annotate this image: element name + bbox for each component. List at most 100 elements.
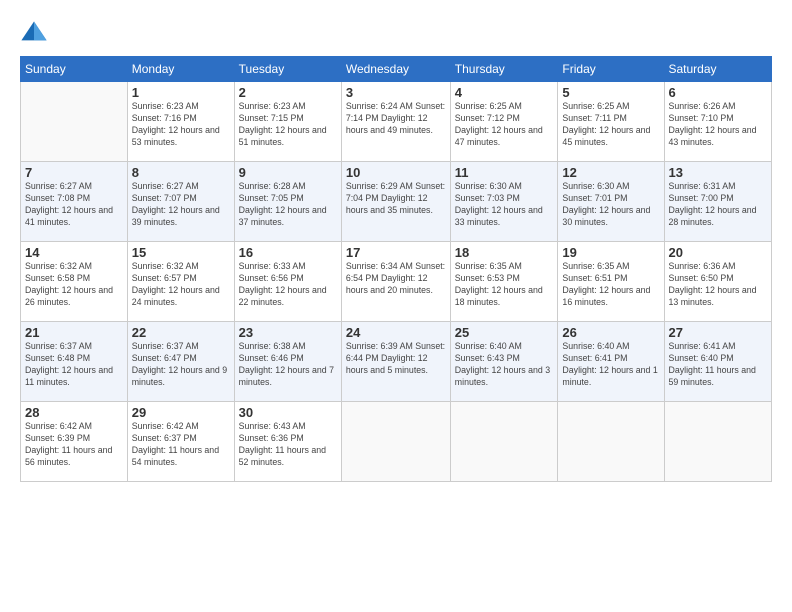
table-row [21,82,128,162]
table-row: 18Sunrise: 6:35 AM Sunset: 6:53 PM Dayli… [450,242,558,322]
day-info: Sunrise: 6:34 AM Sunset: 6:54 PM Dayligh… [346,261,446,297]
day-info: Sunrise: 6:39 AM Sunset: 6:44 PM Dayligh… [346,341,446,377]
table-row: 16Sunrise: 6:33 AM Sunset: 6:56 PM Dayli… [234,242,341,322]
table-row: 8Sunrise: 6:27 AM Sunset: 7:07 PM Daylig… [127,162,234,242]
header-thursday: Thursday [450,57,558,82]
day-info: Sunrise: 6:43 AM Sunset: 6:36 PM Dayligh… [239,421,337,469]
table-row: 15Sunrise: 6:32 AM Sunset: 6:57 PM Dayli… [127,242,234,322]
table-row: 19Sunrise: 6:35 AM Sunset: 6:51 PM Dayli… [558,242,664,322]
header-wednesday: Wednesday [341,57,450,82]
day-info: Sunrise: 6:27 AM Sunset: 7:07 PM Dayligh… [132,181,230,229]
day-number: 24 [346,325,446,340]
day-number: 27 [669,325,768,340]
day-info: Sunrise: 6:25 AM Sunset: 7:11 PM Dayligh… [562,101,659,149]
day-number: 22 [132,325,230,340]
calendar-week-row: 1Sunrise: 6:23 AM Sunset: 7:16 PM Daylig… [21,82,772,162]
table-row: 13Sunrise: 6:31 AM Sunset: 7:00 PM Dayli… [664,162,772,242]
day-info: Sunrise: 6:30 AM Sunset: 7:03 PM Dayligh… [455,181,554,229]
header-monday: Monday [127,57,234,82]
table-row [558,402,664,482]
day-number: 5 [562,85,659,100]
header-tuesday: Tuesday [234,57,341,82]
table-row: 30Sunrise: 6:43 AM Sunset: 6:36 PM Dayli… [234,402,341,482]
table-row [664,402,772,482]
day-info: Sunrise: 6:30 AM Sunset: 7:01 PM Dayligh… [562,181,659,229]
day-number: 6 [669,85,768,100]
day-number: 18 [455,245,554,260]
day-info: Sunrise: 6:23 AM Sunset: 7:16 PM Dayligh… [132,101,230,149]
day-number: 3 [346,85,446,100]
day-number: 1 [132,85,230,100]
table-row: 2Sunrise: 6:23 AM Sunset: 7:15 PM Daylig… [234,82,341,162]
day-number: 20 [669,245,768,260]
day-number: 17 [346,245,446,260]
day-info: Sunrise: 6:36 AM Sunset: 6:50 PM Dayligh… [669,261,768,309]
day-number: 14 [25,245,123,260]
day-info: Sunrise: 6:26 AM Sunset: 7:10 PM Dayligh… [669,101,768,149]
day-number: 13 [669,165,768,180]
day-info: Sunrise: 6:40 AM Sunset: 6:43 PM Dayligh… [455,341,554,389]
day-info: Sunrise: 6:31 AM Sunset: 7:00 PM Dayligh… [669,181,768,229]
day-number: 12 [562,165,659,180]
table-row: 11Sunrise: 6:30 AM Sunset: 7:03 PM Dayli… [450,162,558,242]
table-row: 17Sunrise: 6:34 AM Sunset: 6:54 PM Dayli… [341,242,450,322]
day-info: Sunrise: 6:42 AM Sunset: 6:39 PM Dayligh… [25,421,123,469]
day-info: Sunrise: 6:40 AM Sunset: 6:41 PM Dayligh… [562,341,659,389]
day-info: Sunrise: 6:25 AM Sunset: 7:12 PM Dayligh… [455,101,554,149]
calendar-week-row: 28Sunrise: 6:42 AM Sunset: 6:39 PM Dayli… [21,402,772,482]
day-number: 25 [455,325,554,340]
calendar-header-row: Sunday Monday Tuesday Wednesday Thursday… [21,57,772,82]
day-number: 23 [239,325,337,340]
day-number: 4 [455,85,554,100]
table-row: 6Sunrise: 6:26 AM Sunset: 7:10 PM Daylig… [664,82,772,162]
calendar-week-row: 14Sunrise: 6:32 AM Sunset: 6:58 PM Dayli… [21,242,772,322]
day-number: 9 [239,165,337,180]
day-number: 10 [346,165,446,180]
day-info: Sunrise: 6:35 AM Sunset: 6:51 PM Dayligh… [562,261,659,309]
table-row: 22Sunrise: 6:37 AM Sunset: 6:47 PM Dayli… [127,322,234,402]
day-number: 8 [132,165,230,180]
day-number: 15 [132,245,230,260]
day-info: Sunrise: 6:27 AM Sunset: 7:08 PM Dayligh… [25,181,123,229]
day-number: 11 [455,165,554,180]
day-number: 30 [239,405,337,420]
day-info: Sunrise: 6:29 AM Sunset: 7:04 PM Dayligh… [346,181,446,217]
day-number: 28 [25,405,123,420]
day-info: Sunrise: 6:42 AM Sunset: 6:37 PM Dayligh… [132,421,230,469]
table-row: 14Sunrise: 6:32 AM Sunset: 6:58 PM Dayli… [21,242,128,322]
header-sunday: Sunday [21,57,128,82]
table-row: 25Sunrise: 6:40 AM Sunset: 6:43 PM Dayli… [450,322,558,402]
day-info: Sunrise: 6:37 AM Sunset: 6:48 PM Dayligh… [25,341,123,389]
calendar-week-row: 7Sunrise: 6:27 AM Sunset: 7:08 PM Daylig… [21,162,772,242]
day-number: 29 [132,405,230,420]
table-row: 1Sunrise: 6:23 AM Sunset: 7:16 PM Daylig… [127,82,234,162]
table-row: 20Sunrise: 6:36 AM Sunset: 6:50 PM Dayli… [664,242,772,322]
table-row: 29Sunrise: 6:42 AM Sunset: 6:37 PM Dayli… [127,402,234,482]
table-row: 5Sunrise: 6:25 AM Sunset: 7:11 PM Daylig… [558,82,664,162]
calendar-week-row: 21Sunrise: 6:37 AM Sunset: 6:48 PM Dayli… [21,322,772,402]
table-row: 21Sunrise: 6:37 AM Sunset: 6:48 PM Dayli… [21,322,128,402]
header [20,18,772,46]
header-friday: Friday [558,57,664,82]
table-row: 7Sunrise: 6:27 AM Sunset: 7:08 PM Daylig… [21,162,128,242]
table-row: 3Sunrise: 6:24 AM Sunset: 7:14 PM Daylig… [341,82,450,162]
table-row [450,402,558,482]
day-number: 7 [25,165,123,180]
day-info: Sunrise: 6:28 AM Sunset: 7:05 PM Dayligh… [239,181,337,229]
table-row: 9Sunrise: 6:28 AM Sunset: 7:05 PM Daylig… [234,162,341,242]
day-info: Sunrise: 6:41 AM Sunset: 6:40 PM Dayligh… [669,341,768,389]
calendar-table: Sunday Monday Tuesday Wednesday Thursday… [20,56,772,482]
table-row: 24Sunrise: 6:39 AM Sunset: 6:44 PM Dayli… [341,322,450,402]
table-row [341,402,450,482]
day-info: Sunrise: 6:38 AM Sunset: 6:46 PM Dayligh… [239,341,337,389]
day-info: Sunrise: 6:24 AM Sunset: 7:14 PM Dayligh… [346,101,446,137]
day-info: Sunrise: 6:23 AM Sunset: 7:15 PM Dayligh… [239,101,337,149]
logo-icon [20,18,48,46]
day-number: 19 [562,245,659,260]
table-row: 23Sunrise: 6:38 AM Sunset: 6:46 PM Dayli… [234,322,341,402]
day-number: 21 [25,325,123,340]
day-number: 16 [239,245,337,260]
logo [20,18,52,46]
day-info: Sunrise: 6:35 AM Sunset: 6:53 PM Dayligh… [455,261,554,309]
day-info: Sunrise: 6:32 AM Sunset: 6:58 PM Dayligh… [25,261,123,309]
